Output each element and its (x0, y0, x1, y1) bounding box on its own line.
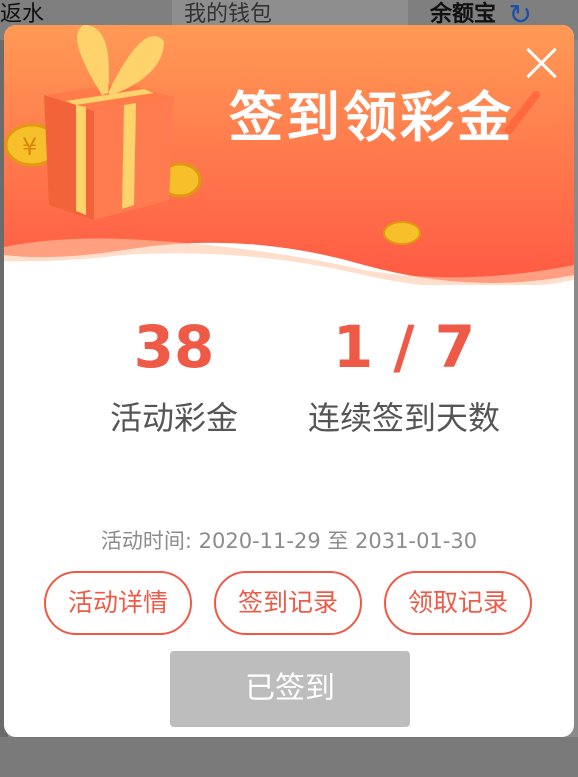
consecutive-days-value: 1 / 7 (332, 313, 476, 381)
background-footer (0, 737, 578, 777)
checkin-modal: ¥ 签到领彩金 38 活动彩金 1 / 7 连续签到天数 活动时间: 2020-… (4, 25, 574, 737)
bonus-amount-label: 活动彩金 (109, 399, 238, 437)
bonus-amount-value: 38 (133, 313, 215, 381)
bonus-amount-stat: 38 活动彩金 (84, 315, 264, 439)
close-icon[interactable] (520, 41, 564, 85)
consecutive-days-label: 连续签到天数 (307, 399, 500, 437)
activity-details-button[interactable]: 活动详情 (44, 571, 192, 635)
activity-period: 活动时间: 2020-11-29 至 2031-01-30 (100, 529, 478, 553)
modal-title: 签到领彩金 (229, 86, 514, 149)
claim-record-button[interactable]: 领取记录 (384, 571, 532, 635)
consecutive-days-stat: 1 / 7 连续签到天数 (294, 315, 514, 439)
signed-in-button[interactable]: 已签到 (170, 651, 410, 727)
checkin-record-button[interactable]: 签到记录 (214, 571, 362, 635)
svg-text:¥: ¥ (22, 133, 37, 161)
modal-header: ¥ 签到领彩金 (4, 25, 574, 285)
header-banner: ¥ (4, 25, 574, 285)
